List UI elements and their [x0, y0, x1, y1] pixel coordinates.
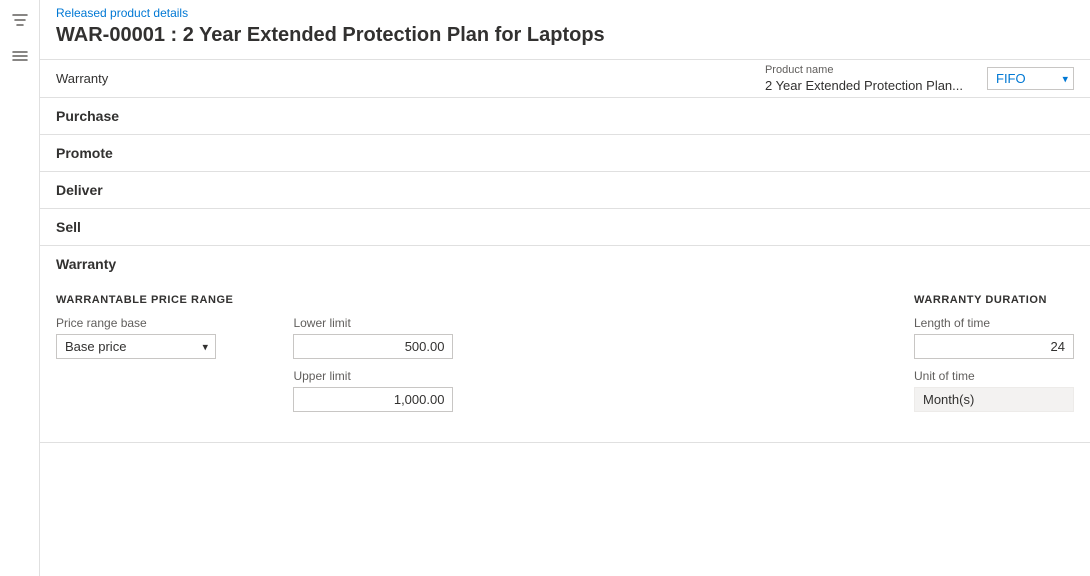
price-range-base-select-wrapper[interactable]: Base priceSales priceCost price: [56, 334, 216, 359]
sell-section-header[interactable]: Sell: [40, 209, 1090, 245]
upper-limit-label: Upper limit: [293, 369, 453, 383]
lower-limit-input[interactable]: [293, 334, 453, 359]
price-range-base-field: Price range base Base priceSales priceCo…: [56, 316, 233, 359]
lower-limit-label: Lower limit: [293, 316, 453, 330]
length-of-time-field: Length of time: [914, 316, 1074, 359]
unit-of-time-field: Unit of time Month(s): [914, 369, 1074, 412]
warranty-duration-title: WARRANTY DURATION: [914, 294, 1074, 306]
page-title: WAR-00001 : 2 Year Extended Protection P…: [40, 22, 1090, 59]
main-content: Released product details WAR-00001 : 2 Y…: [40, 0, 1090, 576]
warrantable-price-range-block: WARRANTABLE PRICE RANGE Price range base…: [56, 294, 233, 422]
filter-icon[interactable]: [8, 8, 32, 32]
sell-section: Sell: [40, 209, 1090, 246]
warranty-section-header[interactable]: Warranty: [40, 246, 1090, 282]
product-name-value: 2 Year Extended Protection Plan...: [765, 78, 963, 93]
unit-of-time-label: Unit of time: [914, 369, 1074, 383]
deliver-section-header[interactable]: Deliver: [40, 172, 1090, 208]
fifo-select[interactable]: FIFOLIFOAverageStandard: [987, 67, 1074, 90]
warranty-section-content: WARRANTABLE PRICE RANGE Price range base…: [40, 282, 1090, 442]
length-of-time-input[interactable]: [914, 334, 1074, 359]
product-name-label: Product name: [765, 64, 963, 76]
fifo-select-wrapper[interactable]: FIFOLIFOAverageStandard: [987, 67, 1074, 90]
top-bar: Warranty Product name 2 Year Extended Pr…: [40, 59, 1090, 98]
sidebar: [0, 0, 40, 576]
price-range-base-label: Price range base: [56, 316, 233, 330]
product-type: Warranty: [56, 71, 108, 86]
upper-limit-input[interactable]: [293, 387, 453, 412]
product-name-field: Product name 2 Year Extended Protection …: [765, 64, 963, 93]
warrantable-title: WARRANTABLE PRICE RANGE: [56, 294, 233, 306]
spacer: [513, 294, 854, 422]
price-range-base-select[interactable]: Base priceSales priceCost price: [56, 334, 216, 359]
upper-limit-field: Upper limit: [293, 369, 453, 412]
deliver-section: Deliver: [40, 172, 1090, 209]
warranty-section: Warranty WARRANTABLE PRICE RANGE Price r…: [40, 246, 1090, 443]
warranty-duration-block: WARRANTY DURATION Length of time Unit of…: [914, 294, 1074, 422]
length-of-time-label: Length of time: [914, 316, 1074, 330]
promote-section-header[interactable]: Promote: [40, 135, 1090, 171]
warranty-grid: WARRANTABLE PRICE RANGE Price range base…: [56, 294, 1074, 422]
menu-icon[interactable]: [8, 44, 32, 68]
unit-of-time-value: Month(s): [914, 387, 1074, 412]
lower-limit-field: Lower limit: [293, 316, 453, 359]
limit-block: PLACEHOLDER Lower limit Upper limit: [293, 294, 453, 422]
purchase-section: Purchase: [40, 98, 1090, 135]
promote-section: Promote: [40, 135, 1090, 172]
purchase-section-header[interactable]: Purchase: [40, 98, 1090, 134]
breadcrumb[interactable]: Released product details: [40, 0, 1090, 22]
